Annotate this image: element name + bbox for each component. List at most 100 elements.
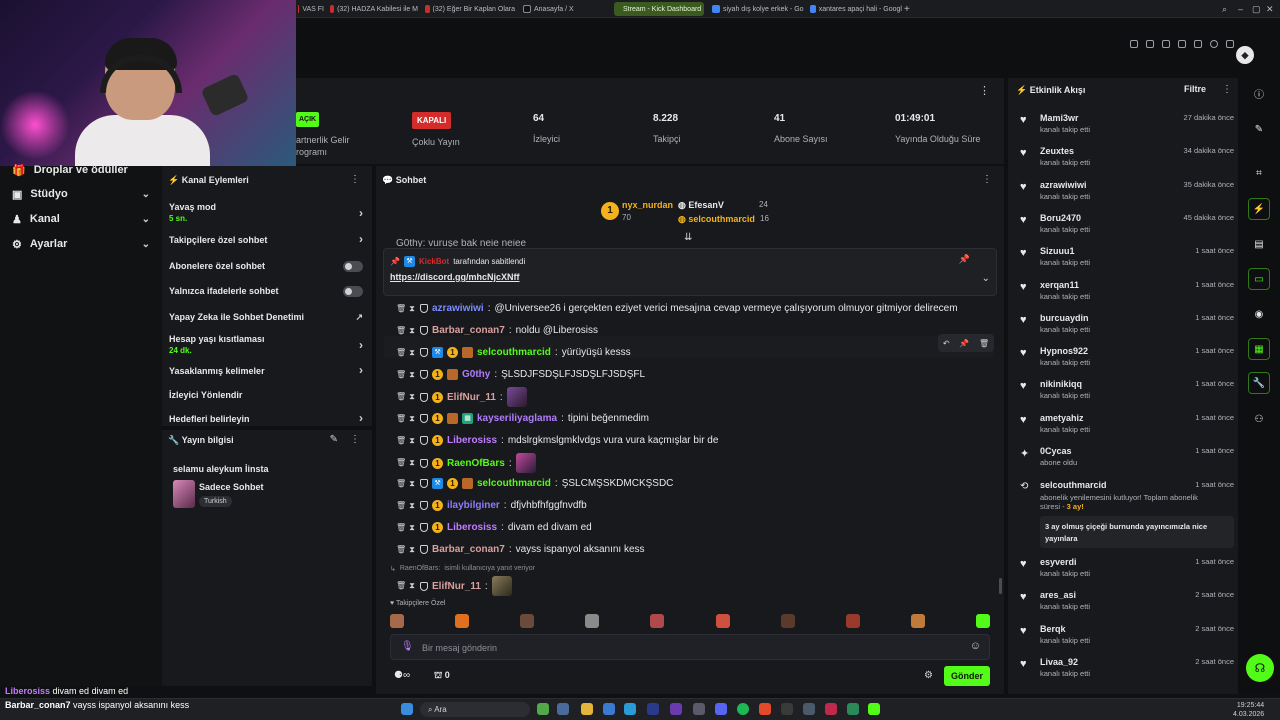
chat-username[interactable]: kayseriliyaglama — [477, 413, 557, 424]
trash-icon[interactable]: 🗑 — [396, 436, 406, 445]
chat-message[interactable]: 🗑 ⧗ ⚒ 1 selcouthmarcid: ŞSLCMŞSKDMCKŞSDC — [396, 478, 673, 489]
timeout-icon[interactable]: ⧗ — [408, 304, 416, 313]
opera-icon[interactable] — [825, 703, 837, 715]
emote-icon[interactable] — [650, 614, 665, 628]
browser-tab[interactable]: (32) HADZA Kabilesi ile M — [330, 2, 418, 16]
emote-icon[interactable] — [455, 614, 470, 628]
emote-icon[interactable] — [910, 614, 925, 628]
event-username[interactable]: ametyahiz — [1040, 413, 1084, 423]
trash-icon[interactable]: 🗑 — [396, 523, 406, 532]
timeout-icon[interactable]: ⧗ — [408, 414, 416, 423]
event-username[interactable]: Livaa_92 — [1040, 657, 1078, 667]
more-icon[interactable]: ⋮ — [1222, 84, 1232, 95]
pinned-by-user[interactable]: KickBot — [419, 257, 449, 266]
maximize-icon[interactable]: ▢ — [1252, 2, 1261, 16]
browser-tab[interactable]: xantares apaçi hali - Googl — [810, 2, 902, 16]
chat-username[interactable]: Barbar_conan7 — [432, 544, 505, 555]
minimize-icon[interactable]: – — [1238, 2, 1243, 16]
xbox-icon[interactable] — [537, 703, 549, 715]
event-username[interactable]: Zeuxtes — [1040, 146, 1074, 156]
multistream-stat[interactable]: KAPALI Çoklu Yayın — [412, 112, 460, 147]
trash-icon[interactable]: 🗑 — [396, 545, 406, 554]
task-view-icon[interactable] — [557, 703, 569, 715]
spotify-icon[interactable] — [737, 703, 749, 715]
banned-words-row[interactable]: Yasaklanmış kelimeler › — [169, 363, 369, 377]
chat-message[interactable]: 🗑 ⧗ Barbar_conan7: noldu @Liberosiss — [396, 325, 598, 336]
chat-username[interactable]: Liberosiss — [447, 435, 497, 446]
goals-row[interactable]: Hedefleri belirleyin › — [169, 411, 369, 425]
app-icon[interactable] — [803, 703, 815, 715]
timeout-icon[interactable]: ⧗ — [408, 436, 416, 445]
emote-icon[interactable] — [845, 614, 860, 628]
avatar[interactable]: ◆ — [1236, 46, 1254, 64]
heart-icon[interactable] — [1210, 40, 1218, 48]
trash-icon[interactable]: 🗑 — [396, 459, 406, 467]
trash-icon[interactable]: 🗑 — [396, 326, 406, 335]
sidebar-item-studio[interactable]: ▣ Stüdyo ⌄ — [12, 185, 152, 203]
top-gifter-name[interactable]: nyx_nurdan — [622, 200, 673, 210]
timeout-icon[interactable]: ⧗ — [408, 393, 416, 401]
gear-icon[interactable]: ⚙ — [924, 670, 933, 681]
ai-moderation-row[interactable]: Yapay Zeka ile Sohbet Denetimi ↗ — [169, 312, 369, 322]
gifter-row[interactable]: ◍ EfesanV — [678, 200, 724, 211]
ai-icon[interactable] — [1226, 40, 1234, 48]
timeout-icon[interactable]: ⧗ — [408, 501, 416, 510]
pin-icon[interactable]: 📌 — [959, 339, 969, 348]
windows-start-icon[interactable] — [401, 703, 413, 715]
sidebar-item-settings[interactable]: ⚙ Ayarlar ⌄ — [12, 235, 152, 253]
emotes-only-toggle[interactable] — [343, 286, 363, 297]
pinned-link[interactable]: https://discord.gg/mhcNjcXNff — [390, 272, 520, 282]
chat-username[interactable]: selcouthmarcid — [477, 347, 551, 358]
chat-icon[interactable]: ▭ — [1248, 268, 1270, 290]
browser-tab[interactable]: siyah dış kolye erkek - Go — [712, 2, 804, 16]
trash-icon[interactable]: 🗑 — [396, 370, 406, 379]
support-icon[interactable]: ☊ — [1246, 654, 1274, 682]
browser-tab-active[interactable]: Stream - Kick Dashboard — [614, 2, 704, 16]
chat-username[interactable]: azrawiwiwi — [432, 303, 484, 314]
emote-icon[interactable] — [390, 614, 404, 628]
chat-username[interactable]: ilaybilginer — [447, 500, 500, 511]
search-icon[interactable]: ⌕ — [1222, 2, 1227, 16]
chat-username[interactable]: Barbar_conan7 — [432, 325, 505, 336]
app-icon[interactable] — [847, 703, 859, 715]
document-icon[interactable]: ▤ — [1248, 233, 1270, 255]
emote-icon[interactable] — [585, 614, 600, 628]
info-icon[interactable]: ⓘ — [1248, 82, 1270, 104]
browser-tab[interactable]: (32) Eğer Bir Kaplan Olara — [425, 2, 515, 16]
users-icon[interactable]: ⚇ — [1248, 408, 1270, 430]
edit-icon[interactable]: ✎ — [330, 434, 338, 445]
close-icon[interactable]: ✕ — [1266, 2, 1274, 16]
chat-scrollbar[interactable] — [999, 578, 1002, 594]
file-explorer-icon[interactable] — [581, 703, 593, 715]
chat-message[interactable]: 🗑 ⧗ 1 G0thy: ŞLSDJFSDŞLFJSDŞLFJSDŞFL — [396, 369, 645, 380]
discord-icon[interactable] — [715, 703, 727, 715]
event-username[interactable]: Berqk — [1040, 624, 1066, 634]
chat-username[interactable]: selcouthmarcid — [477, 478, 551, 489]
trash-icon[interactable]: 🗑 — [396, 348, 406, 357]
event-username[interactable]: burcuaydin — [1040, 313, 1089, 323]
chat-message[interactable]: 🗑 ⧗ ⚒ 1 selcouthmarcid: yürüyüşü kesss — [396, 347, 631, 358]
bookmark-icon[interactable] — [1146, 40, 1154, 48]
chat-message[interactable]: 🗑 ⧗ 1 ElifNur_11: — [396, 387, 527, 407]
edge-icon[interactable] — [624, 703, 636, 715]
system-clock[interactable]: 19:25:44 4.03.2026 — [1233, 701, 1264, 719]
event-username[interactable]: esyverdi — [1040, 557, 1077, 567]
subs-only-toggle[interactable] — [343, 261, 363, 272]
timeout-icon[interactable]: ⧗ — [408, 459, 416, 467]
more-icon[interactable]: ⋮ — [979, 84, 990, 97]
wrench-icon[interactable]: 🔧 — [1248, 372, 1270, 394]
chat-input[interactable]: 🎙 Bir mesaj gönderin ☺ — [390, 634, 990, 660]
chat-username[interactable]: Liberosiss — [447, 522, 497, 533]
timeout-icon[interactable]: ⧗ — [408, 479, 416, 488]
sidebar-item-drops[interactable]: 🎁 Droplar ve ödüller — [12, 161, 152, 179]
timeout-icon[interactable]: ⧗ — [408, 326, 416, 335]
account-age-row[interactable]: Hesap yaşı kısıtlaması 24 dk. › — [169, 334, 369, 355]
filter-button[interactable]: Filtre — [1184, 84, 1206, 94]
mail-icon[interactable] — [603, 703, 615, 715]
emote-icon[interactable] — [780, 614, 795, 628]
timeout-icon[interactable]: ⧗ — [408, 523, 416, 532]
pin-icon[interactable]: 📌 — [959, 254, 970, 265]
download-icon[interactable] — [1162, 40, 1170, 48]
trash-icon[interactable]: 🗑 — [396, 582, 406, 590]
gifter-row[interactable]: ◍ selcouthmarcid — [678, 214, 755, 225]
